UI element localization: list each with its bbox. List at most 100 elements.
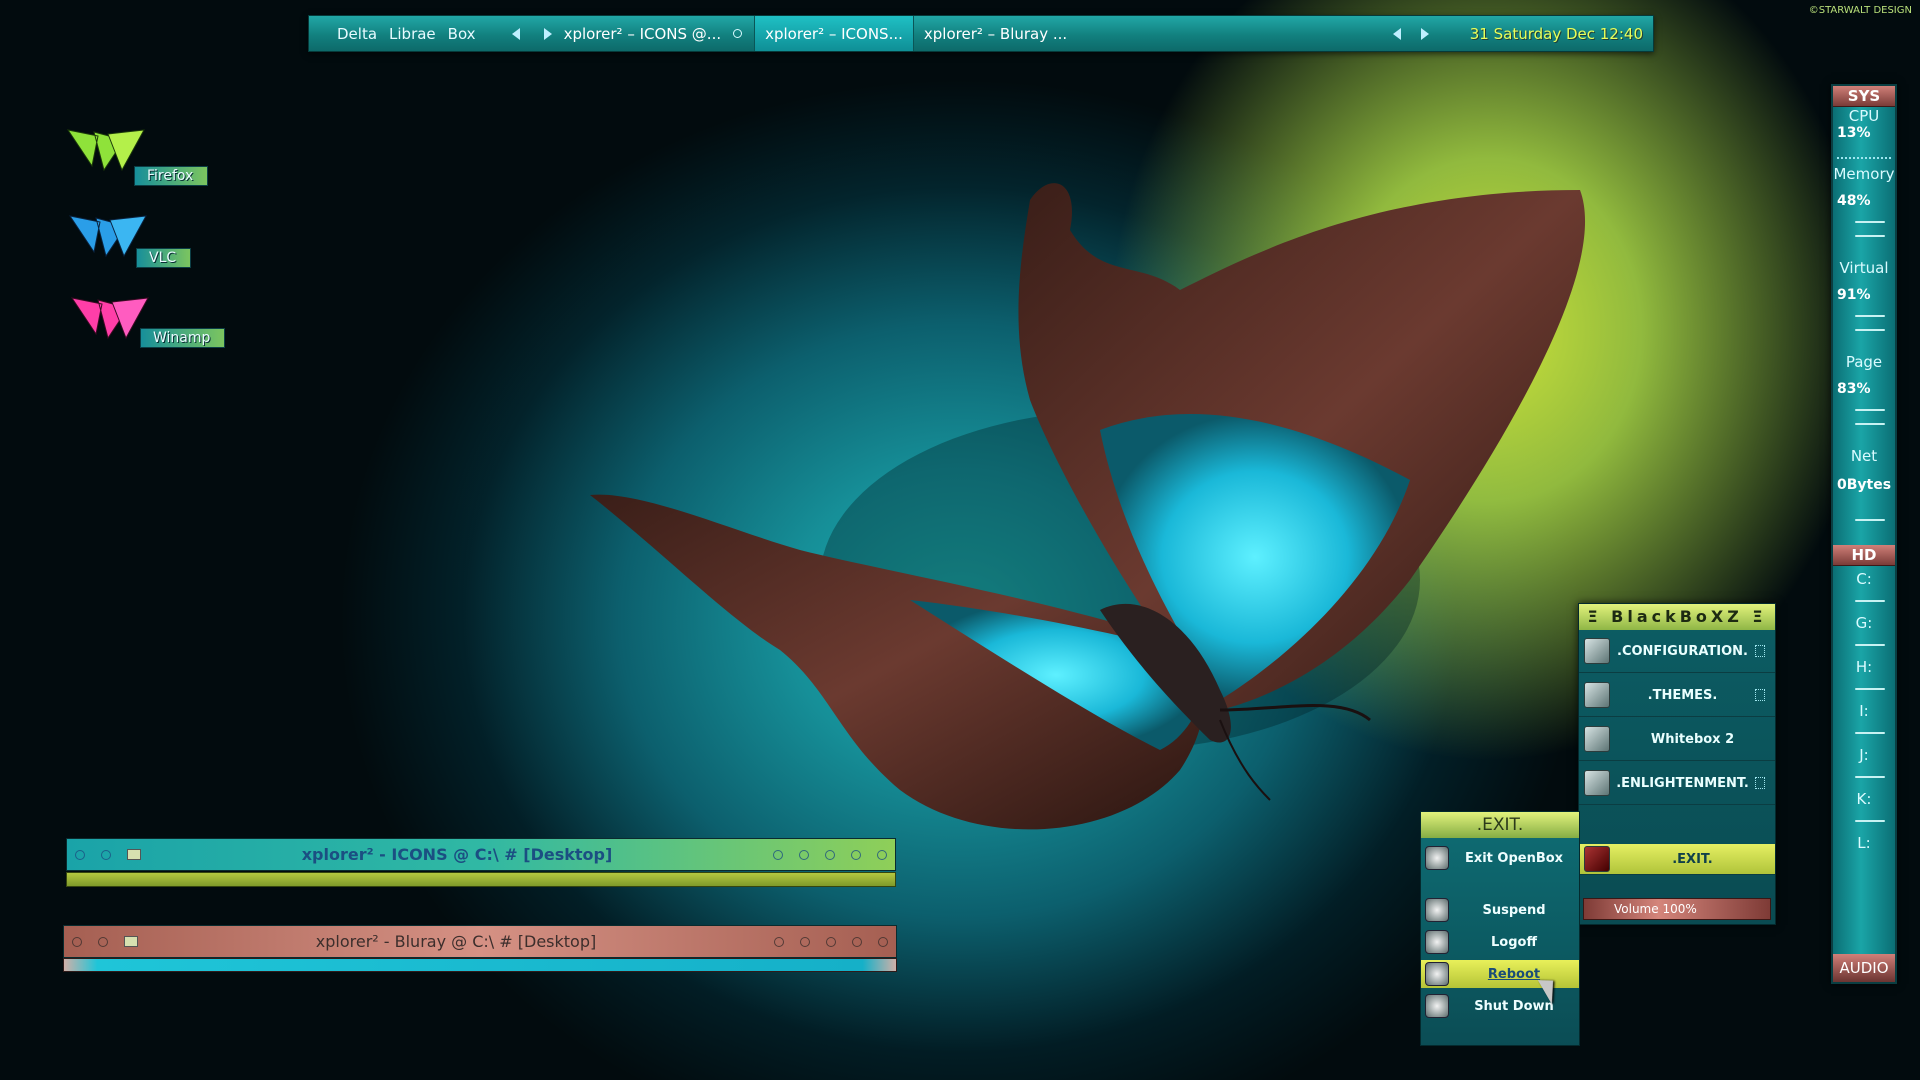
suspend-icon bbox=[1425, 898, 1449, 922]
stat-label-net: Net bbox=[1850, 447, 1878, 465]
shutdown-icon bbox=[1425, 994, 1449, 1018]
drive-g[interactable]: G: bbox=[1833, 614, 1895, 632]
window-title: xplorer² - Bluray @ C:\ # [Desktop] bbox=[315, 932, 597, 951]
submenu-icon bbox=[1755, 777, 1765, 789]
blackbox-title: Ξ BlackBoXZ Ξ bbox=[1579, 604, 1775, 630]
minimize-icon[interactable] bbox=[799, 849, 809, 860]
menu-item-label: Suspend bbox=[1482, 902, 1546, 918]
desktop-icon-winamp[interactable]: Winamp bbox=[68, 294, 226, 350]
shade-icon[interactable] bbox=[773, 849, 783, 860]
task-label: xplorer² – ICONS... bbox=[765, 24, 903, 43]
stat-value-memory: 48% bbox=[1837, 193, 1871, 209]
drive-i[interactable]: I: bbox=[1833, 702, 1895, 720]
workspace-box[interactable]: Box bbox=[448, 25, 476, 43]
virtual-meter bbox=[1855, 315, 1885, 317]
clock: 31 Saturday Dec 12:40 bbox=[1469, 24, 1643, 43]
workspace-list: Delta Librae Box bbox=[309, 25, 482, 43]
reboot-icon bbox=[1425, 962, 1449, 986]
menu-item-label: .CONFIGURATION. bbox=[1617, 643, 1748, 659]
system-monitor-panel: SYS CPU 13% Memory 48% Virtual 91% Page … bbox=[1831, 84, 1897, 984]
net-meter bbox=[1855, 519, 1885, 521]
stat-value-page: 83% bbox=[1837, 381, 1871, 397]
page-meter-2 bbox=[1855, 423, 1885, 425]
blackbox-menu: Ξ BlackBoXZ Ξ .CONFIGURATION. .THEMES. W… bbox=[1578, 603, 1776, 925]
menu-item-configuration[interactable]: .CONFIGURATION. bbox=[1579, 630, 1775, 673]
folder-icon bbox=[124, 936, 138, 947]
menu-item-themes[interactable]: .THEMES. bbox=[1579, 674, 1775, 717]
drive-j-meter bbox=[1855, 776, 1885, 778]
menu-item-label: Logoff bbox=[1491, 934, 1537, 950]
menu-item-exit[interactable]: .EXIT. bbox=[1579, 844, 1775, 875]
menu-item-label: Shut Down bbox=[1474, 998, 1554, 1014]
page-meter bbox=[1855, 409, 1885, 411]
maximize-icon[interactable] bbox=[851, 849, 861, 860]
stat-label-cpu: CPU bbox=[1848, 107, 1880, 125]
window-xplorer-bluray-titlebar[interactable]: xplorer² - Bluray @ C:\ # [Desktop] bbox=[63, 925, 897, 958]
window-xplorer-icons-body bbox=[66, 872, 896, 887]
desktop-icon-vlc[interactable]: VLC bbox=[66, 212, 192, 268]
window-title: xplorer² - ICONS @ C:\ # [Desktop] bbox=[301, 845, 613, 864]
stat-value-cpu: 13% bbox=[1837, 125, 1871, 141]
window-menu-icon[interactable] bbox=[75, 849, 85, 860]
exit-openbox-icon bbox=[1425, 846, 1449, 870]
menu-item-label: Exit OpenBox bbox=[1464, 850, 1564, 866]
close-icon[interactable] bbox=[877, 849, 887, 860]
drive-k[interactable]: K: bbox=[1833, 790, 1895, 808]
task-xplorer-icons-1[interactable]: xplorer² – ICONS @... bbox=[564, 25, 722, 43]
minimize-icon[interactable] bbox=[800, 936, 810, 947]
menu-item-whitebox[interactable]: Whitebox 2 bbox=[1579, 718, 1775, 761]
menu-item-label: .EXIT. bbox=[1672, 851, 1713, 867]
workspace-delta[interactable]: Delta bbox=[337, 25, 377, 43]
task-next-icon[interactable] bbox=[1421, 27, 1429, 40]
wallpaper-butterfly bbox=[590, 183, 1586, 830]
sys-header: SYS bbox=[1833, 86, 1895, 107]
drive-c[interactable]: C: bbox=[1833, 570, 1895, 588]
stat-value-virtual: 91% bbox=[1837, 287, 1871, 303]
folder-icon bbox=[127, 849, 141, 860]
drive-l[interactable]: L: bbox=[1833, 834, 1895, 852]
exit-submenu: .EXIT. Exit OpenBox Suspend Logoff Reboo… bbox=[1420, 811, 1580, 1046]
drive-i-meter bbox=[1855, 732, 1885, 734]
task-prev-icon[interactable] bbox=[1393, 27, 1401, 40]
task-separator-icon bbox=[733, 29, 743, 38]
audio-button[interactable]: AUDIO bbox=[1833, 954, 1895, 982]
memory-meter bbox=[1855, 221, 1885, 223]
exit-submenu-title: .EXIT. bbox=[1421, 812, 1579, 838]
close-icon[interactable] bbox=[878, 936, 888, 947]
restore-icon[interactable] bbox=[825, 849, 835, 860]
workspace-prev-icon[interactable] bbox=[511, 27, 520, 40]
window-xplorer-icons-titlebar[interactable]: xplorer² - ICONS @ C:\ # [Desktop] bbox=[66, 838, 896, 871]
drive-k-meter bbox=[1855, 820, 1885, 822]
stat-label-page: Page bbox=[1845, 353, 1883, 371]
themes-icon bbox=[1584, 682, 1610, 708]
window-sticky-icon[interactable] bbox=[98, 936, 108, 947]
menu-item-label: Reboot bbox=[1487, 966, 1541, 982]
volume-slider[interactable]: Volume 100% bbox=[1583, 898, 1771, 920]
cpu-graph bbox=[1837, 147, 1891, 159]
task-xplorer-icons-2[interactable]: xplorer² – ICONS... bbox=[754, 16, 914, 51]
menu-item-suspend[interactable]: Suspend bbox=[1421, 896, 1579, 924]
shade-icon[interactable] bbox=[774, 936, 784, 947]
menu-item-label: .THEMES. bbox=[1647, 687, 1718, 703]
workspace-librae[interactable]: Librae bbox=[389, 25, 436, 43]
task-xplorer-bluray[interactable]: xplorer² – Bluray ... bbox=[924, 25, 1067, 43]
workspace-next-icon[interactable] bbox=[543, 27, 552, 40]
logoff-icon bbox=[1425, 930, 1449, 954]
hd-header: HD bbox=[1833, 545, 1895, 566]
menu-item-exit-openbox[interactable]: Exit OpenBox bbox=[1421, 844, 1579, 872]
drive-j[interactable]: J: bbox=[1833, 746, 1895, 764]
menu-item-enlightenment[interactable]: .ENLIGHTENMENT. bbox=[1579, 762, 1775, 805]
icon-label-firefox: Firefox bbox=[134, 166, 209, 186]
restore-icon[interactable] bbox=[826, 936, 836, 947]
menu-item-label: .ENLIGHTENMENT. bbox=[1616, 775, 1749, 791]
window-menu-icon[interactable] bbox=[72, 936, 82, 947]
credit-text: ©STARWALT DESIGN bbox=[1808, 5, 1912, 16]
maximize-icon[interactable] bbox=[852, 936, 862, 947]
desktop-icon-firefox[interactable]: Firefox bbox=[64, 126, 209, 186]
menu-item-logoff[interactable]: Logoff bbox=[1421, 928, 1579, 956]
stat-label-virtual: Virtual bbox=[1839, 259, 1889, 277]
window-sticky-icon[interactable] bbox=[101, 849, 111, 860]
enlightenment-icon bbox=[1584, 770, 1610, 796]
drive-g-meter bbox=[1855, 644, 1885, 646]
drive-h[interactable]: H: bbox=[1833, 658, 1895, 676]
